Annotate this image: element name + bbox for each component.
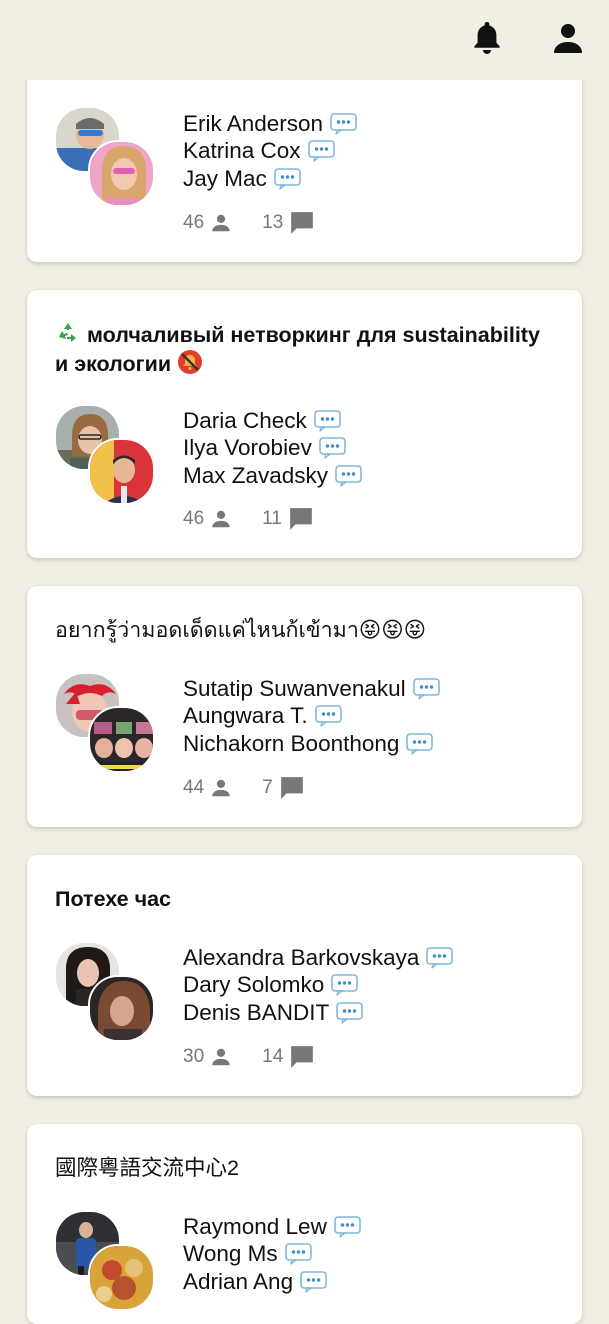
member-name-row: Daria Check	[183, 407, 362, 435]
chat-stats: 30 14	[183, 1044, 315, 1070]
message-icon	[279, 775, 305, 801]
member-count: 30	[183, 1046, 232, 1068]
chat-bubble-icon	[413, 678, 440, 700]
member-name-row: Dary Solomko	[183, 972, 453, 1000]
member-name-row: Nichakorn Boonthong	[183, 730, 440, 758]
member-count: 46	[183, 212, 232, 234]
member-name-row: Alexandra Barkovskaya	[183, 944, 453, 972]
avatar	[88, 1244, 155, 1311]
message-count: 14	[262, 1044, 315, 1070]
avatar	[88, 140, 155, 207]
chat-card[interactable]: Потехе час Alexandra Barkovskaya Dary So…	[27, 855, 582, 1096]
person-icon	[210, 212, 232, 234]
chat-stats: 44 7	[183, 775, 305, 801]
chat-card[interactable]: อยากรู้ว่ามอดเด็ดแค่ไหนก้เข้ามา😝😝😝 Sutat…	[27, 586, 582, 827]
chat-title: 國際粵語交流中心2	[55, 1156, 239, 1180]
message-count: 7	[262, 775, 305, 801]
chat-card[interactable]: молчаливый нетворкинг для sustainability…	[27, 290, 582, 558]
member-name-row: Sutatip Suwanvenakul	[183, 675, 440, 703]
chat-bubble-icon	[274, 168, 301, 190]
chat-bubble-icon	[426, 947, 453, 969]
person-icon	[210, 1046, 232, 1068]
member-name-row: Jay Mac	[183, 165, 357, 193]
chat-bubble-icon	[285, 1243, 312, 1265]
no-bell-icon	[178, 350, 203, 374]
message-icon	[289, 210, 315, 236]
top-bar	[0, 0, 609, 80]
person-icon	[210, 508, 232, 530]
chat-bubble-icon	[308, 140, 335, 162]
member-avatars	[54, 1210, 156, 1312]
member-list: Raymond Lew Wong Ms Adrian Ang	[183, 1213, 361, 1296]
chat-card[interactable]: 國際粵語交流中心2 Raymond Lew Wong Ms Adrian Ang	[27, 1124, 582, 1324]
chat-bubble-icon	[334, 1216, 361, 1238]
chat-bubble-icon	[406, 733, 433, 755]
chat-bubble-icon	[330, 113, 357, 135]
member-name-row: Aungwara T.	[183, 703, 440, 731]
chat-bubble-icon	[335, 465, 362, 487]
message-icon	[288, 506, 314, 532]
member-name-row: Denis BANDIT	[183, 999, 453, 1027]
member-name-row: Wong Ms	[183, 1241, 361, 1269]
member-list: Daria Check Ilya Vorobiev Max Zavadsky	[183, 407, 362, 490]
member-avatars	[54, 672, 156, 774]
member-name-row: Max Zavadsky	[183, 462, 362, 490]
member-name-row: Ilya Vorobiev	[183, 435, 362, 463]
avatar	[88, 706, 155, 773]
chat-bubble-icon	[300, 1271, 327, 1293]
chat-bubble-icon	[314, 410, 341, 432]
avatar	[88, 975, 155, 1042]
person-icon	[210, 777, 232, 799]
chat-bubble-icon	[336, 1002, 363, 1024]
member-avatars	[54, 941, 156, 1043]
chat-title: อยากรู้ว่ามอดเด็ดแค่ไหนก้เข้ามา😝😝😝	[55, 618, 427, 642]
user-icon[interactable]	[550, 18, 586, 58]
member-name-row: Katrina Cox	[183, 138, 357, 166]
member-avatars	[54, 106, 156, 208]
chat-stats: 46 11	[183, 506, 314, 532]
member-name-row: Erik Anderson	[183, 110, 357, 138]
chat-bubble-icon	[315, 705, 342, 727]
member-name-row: Adrian Ang	[183, 1268, 361, 1296]
message-icon	[289, 1044, 315, 1070]
message-count: 11	[262, 506, 314, 532]
chat-title: молчаливый нетворкинг для sustainability…	[55, 320, 554, 378]
member-count: 44	[183, 777, 232, 799]
chat-bubble-icon	[331, 974, 358, 996]
chat-title: Потехе час	[55, 887, 172, 911]
message-count: 13	[262, 210, 315, 236]
member-avatars	[54, 404, 156, 506]
member-name-row: Raymond Lew	[183, 1213, 361, 1241]
member-count: 46	[183, 508, 232, 530]
member-list: Alexandra Barkovskaya Dary Solomko Denis…	[183, 944, 453, 1027]
chat-bubble-icon	[319, 437, 346, 459]
chat-stats: 46 13	[183, 210, 315, 236]
member-list: Sutatip Suwanvenakul Aungwara T. Nichako…	[183, 675, 440, 758]
member-list: Erik Anderson Katrina Cox Jay Mac	[183, 110, 357, 193]
recycle-icon	[55, 320, 81, 346]
avatar	[88, 438, 155, 505]
bell-icon[interactable]	[469, 18, 505, 58]
